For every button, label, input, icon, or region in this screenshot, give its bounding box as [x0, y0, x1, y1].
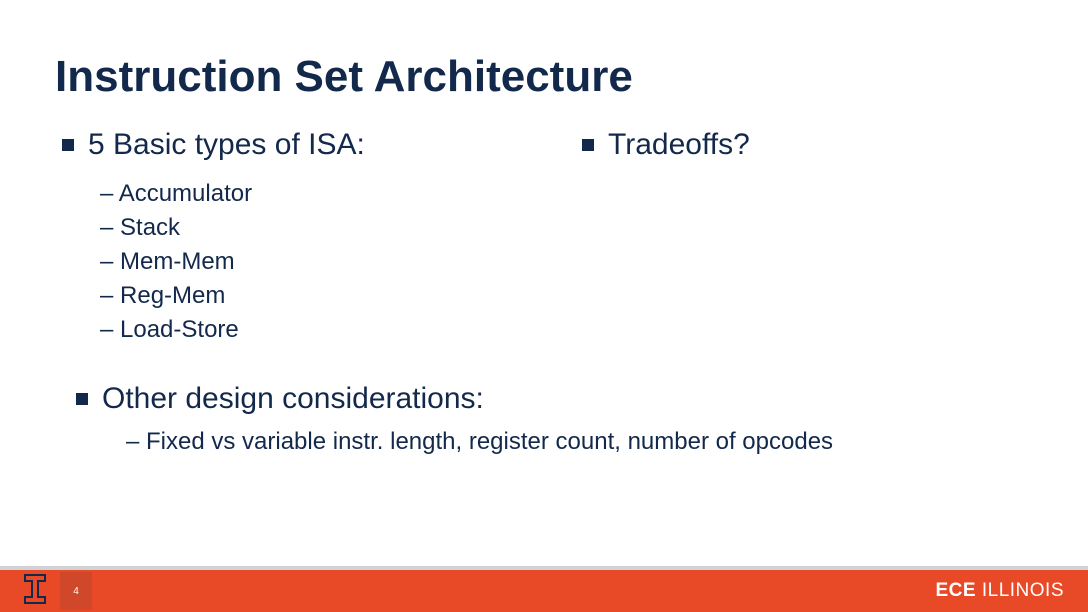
footer-department: ECE ILLINOIS: [936, 580, 1065, 602]
bullet-tradeoffs: Tradeoffs?: [582, 128, 1042, 162]
lower-section: Other design considerations: – Fixed vs …: [62, 382, 1042, 456]
isa-types-list: – Accumulator – Stack – Mem-Mem – Reg-Me…: [62, 180, 542, 344]
bullet-text: Other design considerations:: [102, 382, 484, 416]
left-column: 5 Basic types of ISA: – Accumulator – St…: [62, 128, 542, 350]
bullet-text: Tradeoffs?: [608, 128, 750, 162]
dept-bold: ECE: [936, 580, 977, 601]
bullet-basic-types: 5 Basic types of ISA:: [62, 128, 542, 162]
two-column-row: 5 Basic types of ISA: – Accumulator – St…: [62, 128, 1042, 350]
bullet-text: 5 Basic types of ISA:: [88, 128, 365, 162]
footer-left: 4: [24, 570, 92, 612]
dept-light: ILLINOIS: [976, 580, 1064, 601]
slide-footer: 4 ECE ILLINOIS: [0, 566, 1088, 612]
right-column: Tradeoffs?: [582, 128, 1042, 350]
page-number: 4: [73, 586, 79, 597]
slide-content: 5 Basic types of ISA: – Accumulator – St…: [62, 128, 1042, 456]
bullet-other-considerations: Other design considerations:: [76, 382, 1042, 416]
illinois-block-i-icon: [24, 574, 46, 609]
page-number-box: 4: [60, 572, 92, 610]
square-bullet-icon: [62, 139, 74, 151]
other-considerations-list: – Fixed vs variable instr. length, regis…: [76, 428, 1042, 456]
slide-title: Instruction Set Architecture: [55, 52, 633, 102]
list-item: – Mem-Mem: [100, 248, 542, 276]
list-item: – Load-Store: [100, 316, 542, 344]
square-bullet-icon: [76, 393, 88, 405]
list-item: – Fixed vs variable instr. length, regis…: [126, 428, 1042, 456]
list-item: – Stack: [100, 214, 542, 242]
list-item: – Reg-Mem: [100, 282, 542, 310]
slide: Instruction Set Architecture 5 Basic typ…: [0, 0, 1088, 612]
square-bullet-icon: [582, 139, 594, 151]
list-item: – Accumulator: [100, 180, 542, 208]
